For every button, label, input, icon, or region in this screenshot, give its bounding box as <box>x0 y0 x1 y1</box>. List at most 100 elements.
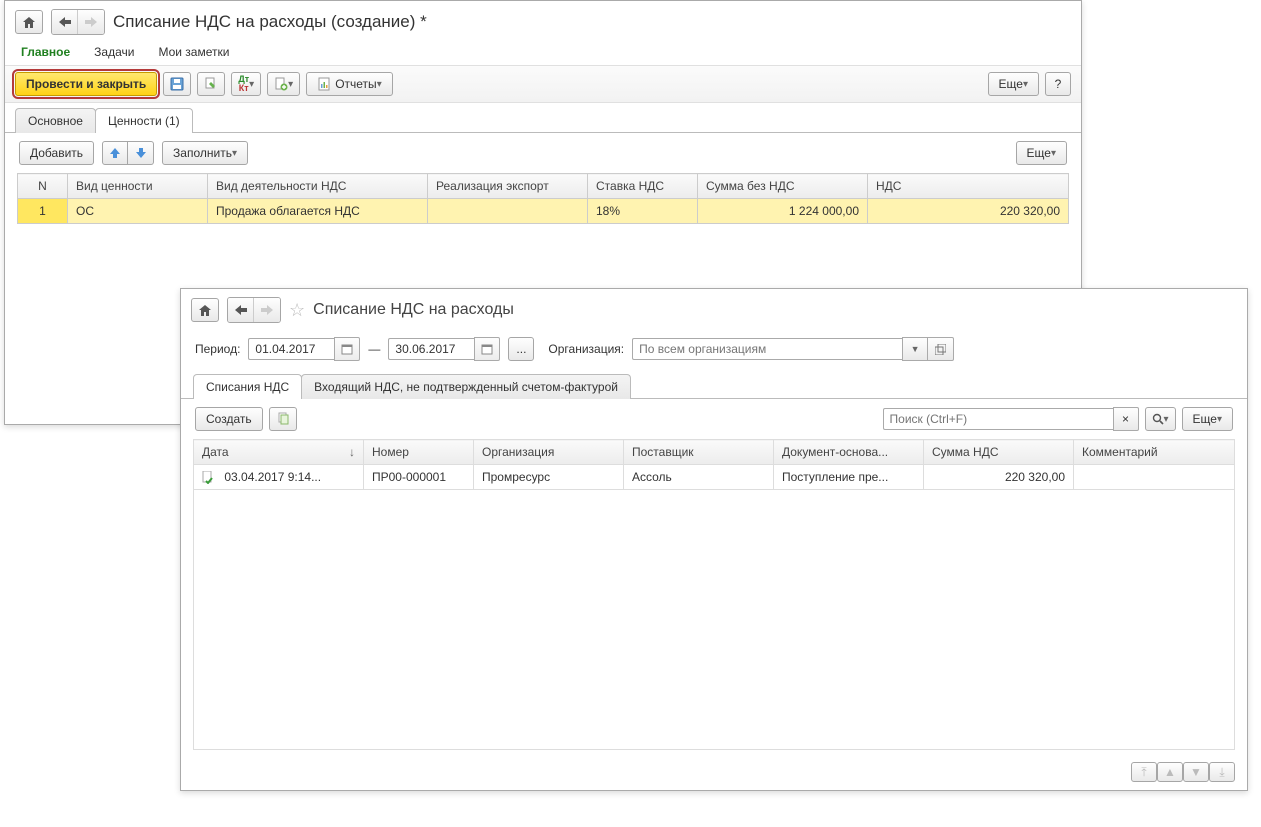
favorite-star-icon[interactable]: ☆ <box>289 300 305 321</box>
move-down-button[interactable] <box>128 141 154 165</box>
arrow-left-icon <box>235 305 247 315</box>
find-button[interactable] <box>1145 407 1176 431</box>
page-tabs: Основное Ценности (1) <box>5 107 1081 133</box>
cell-vat-sum[interactable]: 220 320,00 <box>924 465 1074 490</box>
nav-last-button[interactable]: ⤓ <box>1209 762 1235 782</box>
table-row[interactable]: 1 ОС Продажа облагается НДС 18% 1 224 00… <box>18 199 1069 224</box>
cell-export[interactable] <box>428 199 588 224</box>
col-doc[interactable]: Документ-основа... <box>774 440 924 465</box>
col-date[interactable]: Дата ↓ <box>194 440 364 465</box>
col-supplier[interactable]: Поставщик <box>624 440 774 465</box>
more-button[interactable]: Еще <box>988 72 1039 96</box>
triangle-up-icon: ▲ <box>1164 765 1176 779</box>
forward-button-2[interactable] <box>254 298 280 322</box>
table-header-row: Дата ↓ Номер Организация Поставщик Докум… <box>194 440 1235 465</box>
reports-button[interactable]: Отчеты <box>306 72 393 96</box>
date-to-input[interactable] <box>388 338 474 360</box>
tab-values[interactable]: Ценности (1) <box>95 108 193 133</box>
save-button[interactable] <box>163 72 191 96</box>
forward-button[interactable] <box>78 10 104 34</box>
post-and-close-button[interactable]: Провести и закрыть <box>15 72 157 96</box>
sort-indicator-icon: ↓ <box>349 445 355 459</box>
date-from-input[interactable] <box>248 338 334 360</box>
create-based-on-button[interactable] <box>267 72 300 96</box>
copy-icon <box>276 412 290 426</box>
report-icon <box>317 77 331 91</box>
org-open-button[interactable] <box>928 337 954 361</box>
nav-first-button[interactable]: ⤒ <box>1131 762 1157 782</box>
header: Списание НДС на расходы (создание) * <box>5 1 1081 39</box>
col-rate[interactable]: Ставка НДС <box>588 174 698 199</box>
copy-button[interactable] <box>269 407 297 431</box>
org-dropdown-button[interactable]: ▼ <box>902 337 928 361</box>
nav-down-button[interactable]: ▼ <box>1183 762 1209 782</box>
post-icon <box>204 77 218 91</box>
list-grid[interactable]: Дата ↓ Номер Организация Поставщик Докум… <box>193 439 1235 490</box>
cell-vat[interactable]: 220 320,00 <box>868 199 1069 224</box>
cell-comment[interactable] <box>1074 465 1235 490</box>
home-icon <box>198 304 212 317</box>
tab-basic[interactable]: Основное <box>15 108 96 133</box>
back-button[interactable] <box>52 10 78 34</box>
double-up-icon: ⤒ <box>1141 765 1146 780</box>
cell-doc[interactable]: Поступление пре... <box>774 465 924 490</box>
more-button-2[interactable]: Еще <box>1016 141 1067 165</box>
move-up-button[interactable] <box>102 141 128 165</box>
calendar-icon <box>481 343 493 355</box>
cell-supplier[interactable]: Ассоль <box>624 465 774 490</box>
col-org[interactable]: Организация <box>474 440 624 465</box>
cell-date[interactable]: 03.04.2017 9:14... <box>194 465 364 490</box>
view-tab-tasks[interactable]: Задачи <box>92 41 136 65</box>
arrow-right-icon <box>261 305 273 315</box>
col-export[interactable]: Реализация экспорт <box>428 174 588 199</box>
cell-rate[interactable]: 18% <box>588 199 698 224</box>
clear-search-button[interactable]: × <box>1113 407 1139 431</box>
view-tab-notes[interactable]: Мои заметки <box>156 41 231 65</box>
doc-plus-icon <box>274 77 288 91</box>
post-button[interactable] <box>197 72 225 96</box>
col-value-kind[interactable]: Вид ценности <box>68 174 208 199</box>
nav-up-button[interactable]: ▲ <box>1157 762 1183 782</box>
period-select-button[interactable]: ... <box>508 337 534 361</box>
col-sum-no-vat[interactable]: Сумма без НДС <box>698 174 868 199</box>
col-vat[interactable]: НДС <box>868 174 1069 199</box>
double-down-icon: ⤓ <box>1219 765 1224 780</box>
filter-row: Период: — ... Организация: ▼ <box>181 327 1247 367</box>
col-vat-sum[interactable]: Сумма НДС <box>924 440 1074 465</box>
org-label: Организация: <box>548 342 624 356</box>
cell-number[interactable]: ПР00-000001 <box>364 465 474 490</box>
date-to-picker[interactable] <box>474 337 500 361</box>
fill-button[interactable]: Заполнить <box>162 141 248 165</box>
cell-n[interactable]: 1 <box>18 199 68 224</box>
save-icon <box>170 77 184 91</box>
arrow-left-icon <box>59 17 71 27</box>
values-toolbar: Добавить Заполнить Еще <box>5 133 1081 173</box>
home-button[interactable] <box>15 10 43 34</box>
create-button[interactable]: Создать <box>195 407 263 431</box>
table-row[interactable]: 03.04.2017 9:14... ПР00-000001 Промресур… <box>194 465 1235 490</box>
cell-activity-kind[interactable]: Продажа облагается НДС <box>208 199 428 224</box>
home-icon <box>22 16 36 29</box>
dt-kt-button[interactable]: ДтКт <box>231 72 261 96</box>
search-input[interactable] <box>883 408 1113 430</box>
home-button-2[interactable] <box>191 298 219 322</box>
view-tab-main[interactable]: Главное <box>19 41 72 65</box>
col-activity-kind[interactable]: Вид деятельности НДС <box>208 174 428 199</box>
tab-incoming[interactable]: Входящий НДС, не подтвержденный счетом-ф… <box>301 374 631 399</box>
date-from-picker[interactable] <box>334 337 360 361</box>
back-button-2[interactable] <box>228 298 254 322</box>
open-icon <box>935 344 946 355</box>
col-comment[interactable]: Комментарий <box>1074 440 1235 465</box>
tab-writeoffs[interactable]: Списания НДС <box>193 374 302 399</box>
help-button[interactable]: ? <box>1045 72 1071 96</box>
cell-org[interactable]: Промресурс <box>474 465 624 490</box>
footer-nav: ⤒ ▲ ▼ ⤓ <box>181 758 1247 790</box>
add-button[interactable]: Добавить <box>19 141 94 165</box>
org-select[interactable] <box>632 338 902 360</box>
cell-value-kind[interactable]: ОС <box>68 199 208 224</box>
more-button-3[interactable]: Еще <box>1182 407 1233 431</box>
col-number[interactable]: Номер <box>364 440 474 465</box>
cell-sum-no-vat[interactable]: 1 224 000,00 <box>698 199 868 224</box>
values-grid[interactable]: N Вид ценности Вид деятельности НДС Реал… <box>17 173 1069 224</box>
col-n[interactable]: N <box>18 174 68 199</box>
